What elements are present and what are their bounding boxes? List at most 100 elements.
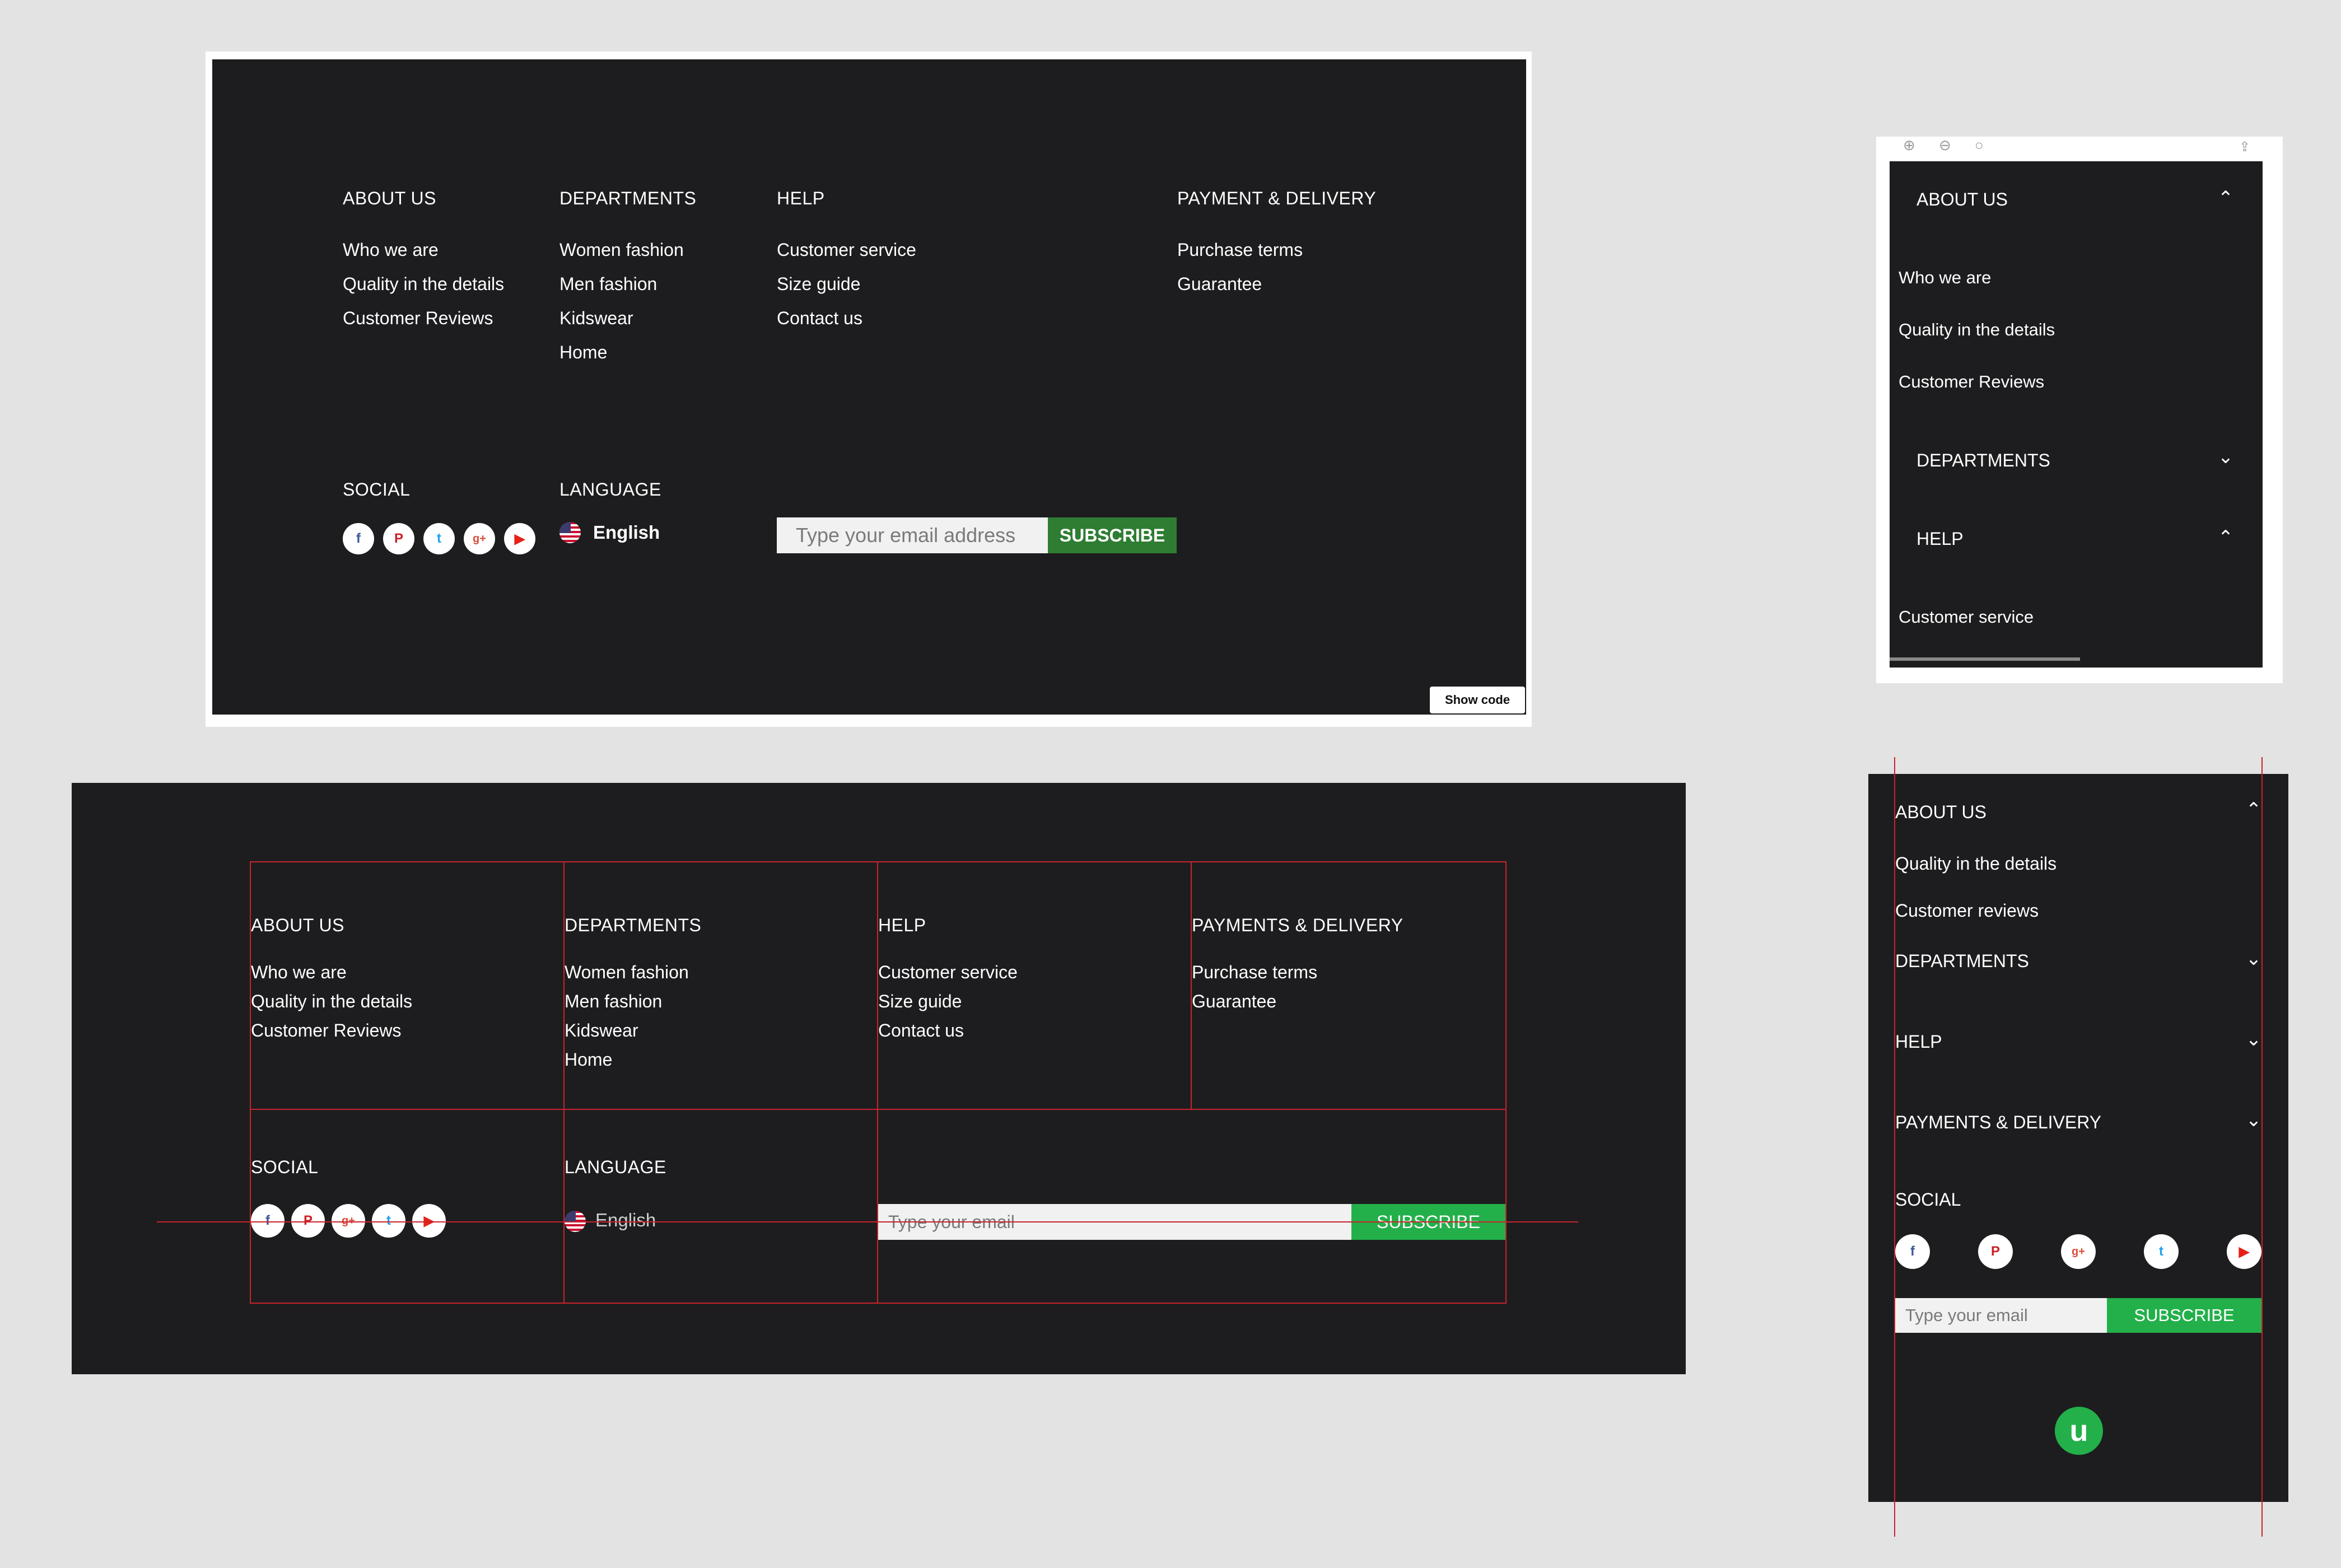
zoom-out-icon[interactable]: ⊖ — [1939, 137, 1951, 154]
twitter-icon[interactable]: t — [372, 1204, 405, 1238]
help-links: Customer service Size guide Contact us — [777, 233, 916, 335]
payment-links: Purchase terms Guarantee — [1177, 233, 1303, 301]
chevron-down-icon[interactable]: ⌄ — [2214, 446, 2237, 468]
language-selector[interactable]: English — [593, 522, 660, 543]
link-customer-reviews[interactable]: Customer Reviews — [343, 301, 504, 335]
wf-link-guarantee[interactable]: Guarantee — [1192, 987, 1317, 1016]
wf-link-contact[interactable]: Contact us — [878, 1016, 1018, 1045]
pinterest-icon[interactable]: P — [383, 523, 414, 554]
wf-link-quality[interactable]: Quality in the details — [251, 987, 412, 1016]
wf-departments-links: Women fashion Men fashion Kidswear Home — [565, 958, 689, 1074]
link-home[interactable]: Home — [559, 335, 684, 370]
wf-link-kidswear[interactable]: Kidswear — [565, 1016, 689, 1045]
wf-link-purchase-terms[interactable]: Purchase terms — [1192, 958, 1317, 987]
wf-link-reviews[interactable]: Customer Reviews — [251, 1016, 412, 1045]
about-us-links: Who we are Quality in the details Custom… — [343, 233, 504, 335]
pinterest-icon[interactable]: P — [1978, 1234, 2013, 1269]
accordion-about-us[interactable]: ABOUT US — [1916, 189, 2008, 210]
preview-toolbar: ⊕ ⊖ ○ ⇪ — [1883, 137, 2264, 160]
wf-about-heading: ABOUT US — [251, 915, 344, 935]
link-who-we-are[interactable]: Who we are — [343, 233, 504, 267]
wf-link-customer-service[interactable]: Customer service — [878, 958, 1018, 987]
wf-social-heading: SOCIAL — [251, 1157, 319, 1177]
link-quality-details[interactable]: Quality in the details — [343, 267, 504, 301]
mobile-footer-preview: ABOUT US ⌃ Who we are Quality in the det… — [1890, 161, 2263, 668]
mw-departments-heading[interactable]: DEPARTMENTS — [1895, 951, 2029, 972]
facebook-icon[interactable]: f — [1895, 1234, 1930, 1269]
facebook-icon[interactable]: f — [343, 523, 374, 554]
google-plus-icon[interactable]: g+ — [464, 523, 495, 554]
wf-link-men[interactable]: Men fashion — [565, 987, 689, 1016]
guide-line — [157, 1221, 1578, 1222]
wf-help-links: Customer service Size guide Contact us — [878, 958, 1018, 1045]
wireframe-footer: ABOUT US Who we are Quality in the detai… — [72, 783, 1686, 1374]
twitter-icon[interactable]: t — [423, 523, 455, 554]
mw-about-heading[interactable]: ABOUT US — [1895, 802, 1986, 823]
mobile-link-customer-service[interactable]: Customer service — [1899, 607, 2034, 627]
link-kidswear[interactable]: Kidswear — [559, 301, 684, 335]
about-us-heading: ABOUT US — [343, 188, 436, 208]
show-code-button[interactable]: Show code — [1430, 687, 1525, 713]
wf-about-links: Who we are Quality in the details Custom… — [251, 958, 412, 1045]
departments-links: Women fashion Men fashion Kidswear Home — [559, 233, 684, 370]
email-input[interactable] — [777, 517, 1048, 553]
link-customer-service[interactable]: Customer service — [777, 233, 916, 267]
grid-cell — [563, 1109, 878, 1304]
mw-link-reviews[interactable]: Customer reviews — [1895, 900, 2039, 921]
desktop-footer: ABOUT US Who we are Quality in the detai… — [212, 59, 1526, 715]
guide-line — [1894, 757, 1895, 1537]
payment-delivery-heading: PAYMENT & DELIVERY — [1177, 188, 1377, 208]
mw-help-heading[interactable]: HELP — [1895, 1032, 1942, 1052]
subscribe-button[interactable]: SUBSCRIBE — [1048, 517, 1177, 553]
search-icon[interactable]: ○ — [1975, 137, 1984, 154]
mobile-link-who-we-are[interactable]: Who we are — [1899, 268, 1991, 288]
link-women-fashion[interactable]: Women fashion — [559, 233, 684, 267]
share-icon[interactable]: ⇪ — [2239, 139, 2250, 155]
mobile-link-reviews[interactable]: Customer Reviews — [1899, 372, 2044, 392]
facebook-icon[interactable]: f — [251, 1204, 285, 1238]
wf-language-selector[interactable]: English — [595, 1210, 656, 1231]
google-plus-icon[interactable]: g+ — [2061, 1234, 2096, 1269]
mw-subscribe-button[interactable]: SUBSCRIBE — [2107, 1298, 2261, 1333]
help-heading: HELP — [777, 188, 825, 208]
mw-email-input[interactable] — [1895, 1298, 2107, 1333]
accordion-departments[interactable]: DEPARTMENTS — [1916, 450, 2050, 471]
wf-link-women[interactable]: Women fashion — [565, 958, 689, 987]
wf-payments-heading: PAYMENTS & DELIVERY — [1192, 915, 1403, 935]
wf-departments-heading: DEPARTMENTS — [565, 915, 702, 935]
google-plus-icon[interactable]: g+ — [332, 1204, 365, 1238]
us-flag-icon — [559, 522, 581, 543]
mobile-link-quality[interactable]: Quality in the details — [1899, 320, 2055, 340]
link-purchase-terms[interactable]: Purchase terms — [1177, 233, 1303, 267]
wf-link-size-guide[interactable]: Size guide — [878, 987, 1018, 1016]
youtube-icon[interactable]: ▶ — [412, 1204, 446, 1238]
guide-line — [2261, 757, 2263, 1537]
scrollbar[interactable] — [1890, 657, 2080, 661]
wf-link-who-we-are[interactable]: Who we are — [251, 958, 412, 987]
mw-payments-heading[interactable]: PAYMENTS & DELIVERY — [1895, 1112, 2101, 1133]
youtube-icon[interactable]: ▶ — [2227, 1234, 2261, 1269]
mw-social-heading: SOCIAL — [1895, 1189, 1961, 1210]
brand-logo: u — [2055, 1407, 2103, 1455]
social-heading: SOCIAL — [343, 479, 411, 500]
mw-link-quality[interactable]: Quality in the details — [1895, 853, 2056, 874]
wf-language-heading: LANGUAGE — [565, 1157, 666, 1177]
link-men-fashion[interactable]: Men fashion — [559, 267, 684, 301]
link-size-guide[interactable]: Size guide — [777, 267, 916, 301]
mobile-wireframe: ABOUT US ⌃ Quality in the details Custom… — [1868, 774, 2288, 1502]
grid-cell — [250, 1109, 565, 1304]
language-heading: LANGUAGE — [559, 479, 661, 500]
departments-heading: DEPARTMENTS — [559, 188, 697, 208]
zoom-in-icon[interactable]: ⊕ — [1903, 137, 1915, 154]
wf-payments-links: Purchase terms Guarantee — [1192, 958, 1317, 1016]
twitter-icon[interactable]: t — [2144, 1234, 2179, 1269]
link-contact-us[interactable]: Contact us — [777, 301, 916, 335]
pinterest-icon[interactable]: P — [291, 1204, 325, 1238]
chevron-up-icon[interactable]: ⌃ — [2214, 187, 2237, 209]
wf-link-home[interactable]: Home — [565, 1045, 689, 1074]
wf-help-heading: HELP — [878, 915, 926, 935]
youtube-icon[interactable]: ▶ — [504, 523, 535, 554]
accordion-help[interactable]: HELP — [1916, 529, 1964, 549]
chevron-up-icon[interactable]: ⌃ — [2214, 526, 2237, 549]
link-guarantee[interactable]: Guarantee — [1177, 267, 1303, 301]
